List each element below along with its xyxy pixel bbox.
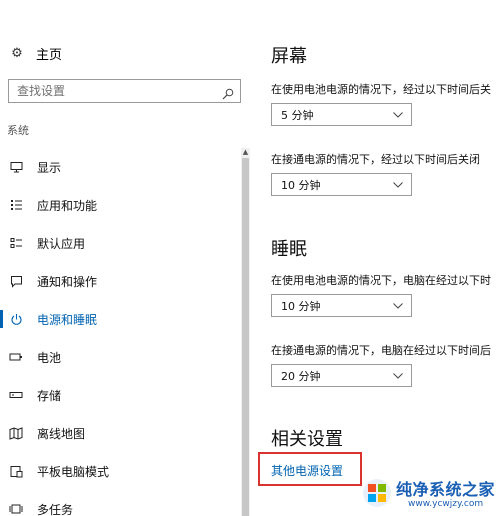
sidebar-item-offline-maps[interactable]: 离线地图 [0,414,240,452]
sleep-plugged-desc: 在接通电源的情况下，电脑在经过以下时间后 [271,344,491,357]
section-label-system: 系统 [7,124,29,137]
sidebar-item-label: 电池 [37,350,62,365]
chevron-down-icon [393,180,403,190]
sidebar-item-default-apps[interactable]: 默认应用 [0,224,240,262]
sidebar-scrollbar[interactable]: ▲ [241,148,250,516]
multitask-icon [9,502,23,516]
watermark-url: www.ycwjzy.com [408,499,484,509]
dropdown-value: 5 分钟 [281,108,314,122]
sidebar-item-label: 离线地图 [37,426,86,441]
sidebar: ⚙ 主页 系统 显示 应用和功能 默认应用 [0,0,252,516]
sidebar-item-label: 默认应用 [37,236,86,251]
dropdown-value: 10 分钟 [281,299,321,313]
chevron-down-icon [393,110,403,120]
default-apps-icon [9,236,23,250]
chevron-down-icon [393,301,403,311]
related-settings-heading: 相关设置 [271,429,343,450]
sidebar-item-power-sleep[interactable]: 电源和睡眠 [0,300,240,338]
dropdown-value: 20 分钟 [281,369,321,383]
sidebar-item-battery[interactable]: 电池 [0,338,240,376]
notification-icon [9,274,23,288]
search-input[interactable] [17,84,207,98]
sleep-battery-dropdown[interactable]: 10 分钟 [271,294,412,317]
screen-plugged-dropdown[interactable]: 10 分钟 [271,173,412,196]
monitor-icon [9,160,23,174]
watermark-title: 纯净系统之家 [396,480,496,499]
screen-battery-dropdown[interactable]: 5 分钟 [271,103,412,126]
storage-icon [9,388,23,402]
sleep-battery-desc: 在使用电池电源的情况下，电脑在经过以下时 [271,274,491,287]
apps-list-icon [9,198,23,212]
scroll-thumb[interactable] [242,158,249,516]
sidebar-item-notifications[interactable]: 通知和操作 [0,262,240,300]
sidebar-item-tablet-mode[interactable]: 平板电脑模式 [0,452,240,490]
tablet-icon [9,464,23,478]
sidebar-item-apps[interactable]: 应用和功能 [0,186,240,224]
power-icon [9,312,23,326]
sleep-plugged-dropdown[interactable]: 20 分钟 [271,364,412,387]
sidebar-item-label: 多任务 [37,502,74,516]
sidebar-item-label: 显示 [37,160,62,175]
sidebar-item-multitasking[interactable]: 多任务 [0,490,240,516]
watermark-logo-icon [363,479,391,507]
home-nav-item[interactable]: ⚙ 主页 [10,44,62,63]
scroll-up-arrow-icon[interactable]: ▲ [241,148,250,157]
sidebar-item-display[interactable]: 显示 [0,148,240,186]
dropdown-value: 10 分钟 [281,178,321,192]
map-icon [9,426,23,440]
search-box[interactable] [8,79,241,103]
sidebar-item-label: 电源和睡眠 [37,312,98,327]
home-label: 主页 [36,48,63,63]
screen-heading: 屏幕 [271,46,307,67]
sidebar-item-label: 存储 [37,388,62,403]
screen-battery-desc: 在使用电池电源的情况下，经过以下时间后关 [271,83,491,96]
search-icon[interactable] [222,85,234,100]
sidebar-item-label: 应用和功能 [37,198,98,213]
sidebar-nav: 显示 应用和功能 默认应用 通知和操作 电源和睡眠 电池 存储 离线地图 平板电… [0,148,240,516]
watermark: 纯净系统之家 www.ycwjzy.com [362,472,500,516]
additional-power-settings-link[interactable]: 其他电源设置 [271,462,343,479]
battery-icon [9,350,23,364]
sleep-heading: 睡眠 [271,239,307,260]
sidebar-item-storage[interactable]: 存储 [0,376,240,414]
sidebar-item-label: 通知和操作 [37,274,98,289]
sidebar-item-label: 平板电脑模式 [37,464,110,479]
screen-plugged-desc: 在接通电源的情况下，经过以下时间后关闭 [271,153,480,166]
gear-icon: ⚙ [11,46,23,61]
chevron-down-icon [393,371,403,381]
